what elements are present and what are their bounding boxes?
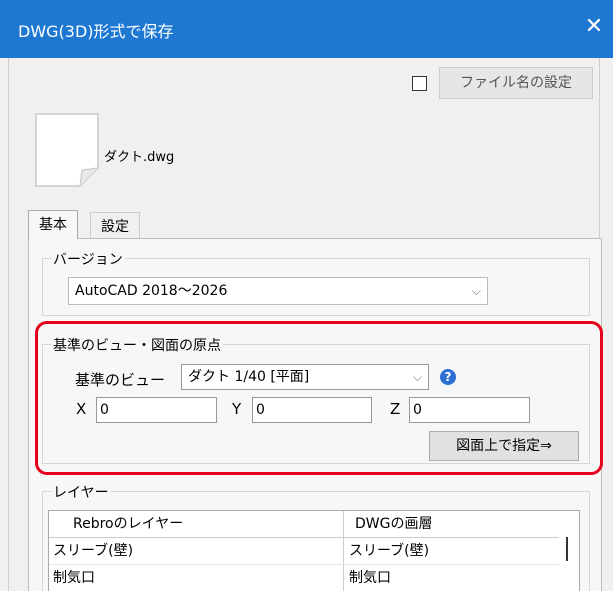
file-icon: [35, 113, 99, 187]
version-select[interactable]: AutoCAD 2018～2026 ⌵: [68, 277, 488, 305]
chevron-down-icon: ⌵: [471, 284, 481, 298]
filename-setting-checkbox[interactable]: [412, 75, 427, 91]
table-header: Rebroのレイヤー DWGの画層: [49, 511, 559, 538]
dwg-layer-cell: 制気口: [349, 570, 391, 586]
version-group-label: バージョン: [51, 249, 125, 269]
filename-setting-row: ファイル名の設定: [412, 67, 593, 99]
rebro-layer-cell: スリーブ(壁): [53, 538, 344, 564]
layer-table[interactable]: Rebroのレイヤー DWGの画層 スリーブ(壁) スリーブ(壁) 制気口 制気…: [48, 510, 580, 591]
layer-group-label: レイヤー: [51, 482, 111, 502]
save-dialog: DWG(3D)形式で保存 ✕ ファイル名の設定 ダクト.dwg 基本 設定 バー…: [0, 0, 613, 591]
highlight-frame: [35, 321, 603, 475]
tab-basic[interactable]: 基本: [28, 210, 78, 239]
dwg-layer-cell: スリーブ(壁): [349, 543, 430, 559]
filename-setting-button[interactable]: ファイル名の設定: [439, 67, 593, 99]
tab-settings[interactable]: 設定: [90, 212, 140, 239]
close-icon[interactable]: ✕: [581, 12, 607, 42]
version-select-value: AutoCAD 2018～2026: [75, 283, 228, 299]
file-name: ダクト.dwg: [104, 150, 175, 165]
window-title: DWG(3D)形式で保存: [18, 22, 174, 41]
column-header-rebro-layer: Rebroのレイヤー: [73, 511, 344, 537]
rebro-layer-cell: 制気口: [53, 565, 344, 591]
table-row[interactable]: 制気口 制気口: [49, 565, 559, 591]
column-header-dwg-layer: DWGの画層: [355, 516, 433, 532]
table-scrollbar[interactable]: [566, 537, 568, 561]
table-row[interactable]: スリーブ(壁) スリーブ(壁): [49, 538, 559, 565]
title-bar: DWG(3D)形式で保存 ✕: [0, 0, 613, 58]
